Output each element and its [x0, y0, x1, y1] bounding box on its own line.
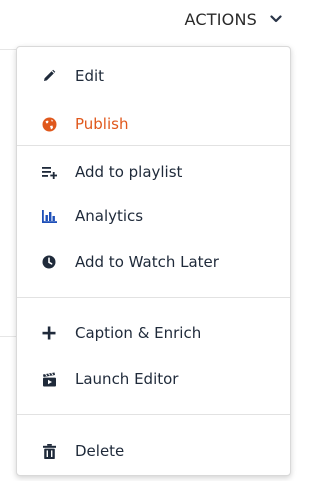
chevron-down-icon — [269, 12, 283, 26]
bar-chart-icon — [41, 208, 57, 224]
clapperboard-icon — [41, 371, 57, 387]
background-divider — [0, 49, 16, 50]
menu-item-edit[interactable]: Edit — [17, 55, 290, 97]
menu-item-label: Publish — [75, 115, 129, 133]
actions-label: ACTIONS — [184, 9, 257, 29]
menu-item-add-to-playlist[interactable]: Add to playlist — [17, 151, 290, 193]
menu-item-label: Caption & Enrich — [75, 324, 202, 342]
menu-divider — [17, 145, 290, 146]
actions-menu: Edit Publish Add to playlist Analytics A… — [16, 46, 291, 476]
menu-item-label: Add to Watch Later — [75, 253, 219, 271]
menu-item-label: Delete — [75, 442, 125, 460]
menu-item-label: Edit — [75, 67, 105, 85]
globe-icon — [41, 116, 57, 132]
playlist-add-icon — [41, 164, 57, 180]
clock-icon — [41, 254, 57, 270]
menu-item-publish[interactable]: Publish — [17, 103, 290, 145]
page: ACTIONS Edit Publish Add to playlist Ana… — [0, 0, 291, 481]
plus-icon — [41, 325, 57, 341]
menu-divider — [17, 414, 290, 415]
trash-icon — [41, 443, 57, 459]
background-divider — [0, 336, 16, 337]
actions-dropdown-button[interactable]: ACTIONS — [185, 8, 283, 30]
menu-item-launch-editor[interactable]: Launch Editor — [17, 358, 290, 400]
menu-divider — [17, 297, 290, 298]
menu-item-caption-enrich[interactable]: Caption & Enrich — [17, 312, 290, 354]
menu-item-analytics[interactable]: Analytics — [17, 195, 290, 237]
menu-item-label: Analytics — [75, 207, 144, 225]
menu-item-add-to-watch-later[interactable]: Add to Watch Later — [17, 241, 290, 283]
pencil-icon — [41, 68, 57, 84]
menu-item-label: Add to playlist — [75, 163, 183, 181]
menu-item-delete[interactable]: Delete — [17, 430, 290, 472]
menu-item-label: Launch Editor — [75, 370, 179, 388]
